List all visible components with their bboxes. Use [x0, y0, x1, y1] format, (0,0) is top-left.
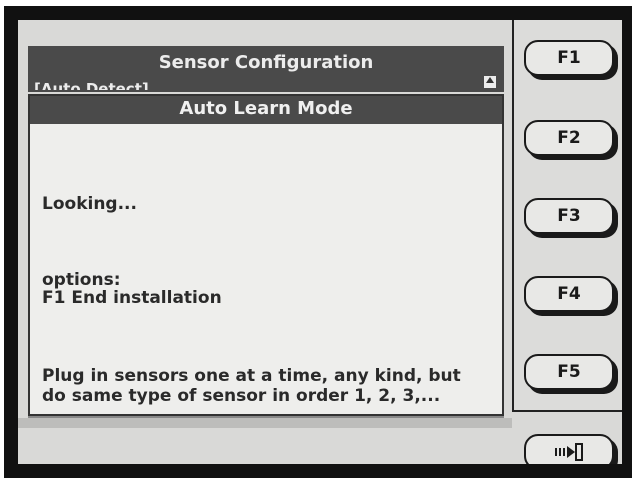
auto-learn-dialog: Auto Learn Mode Looking... options: F1 E…: [28, 94, 504, 416]
device-bezel: F1 F2 F3 F4 F5 Sensor Configuration [Aut…: [4, 6, 632, 478]
options-label: options:: [42, 270, 121, 290]
f3-button[interactable]: F3: [524, 198, 614, 234]
f1-button[interactable]: F1: [524, 40, 614, 76]
bottom-status-bar: [18, 418, 512, 428]
option-f1-text: F1 End installation: [42, 288, 222, 308]
scroll-up-icon[interactable]: [484, 76, 496, 88]
page-title: Sensor Configuration: [158, 52, 374, 73]
exit-door-icon: [555, 443, 583, 461]
f5-button[interactable]: F5: [524, 354, 614, 390]
header-subtitle: [Auto Detect]: [34, 80, 149, 90]
instruction-line-1: Plug in sensors one at a time, any kind,…: [42, 366, 461, 386]
instruction-line-2: do same type of sensor in order 1, 2, 3,…: [42, 386, 441, 406]
f2-button[interactable]: F2: [524, 120, 614, 156]
dialog-title: Auto Learn Mode: [30, 96, 502, 124]
status-text: Looking...: [42, 194, 137, 214]
f4-button[interactable]: F4: [524, 276, 614, 312]
exit-button[interactable]: [524, 434, 614, 464]
sensor-configuration-header: Sensor Configuration [Auto Detect]: [28, 46, 504, 92]
lcd-screen: F1 F2 F3 F4 F5 Sensor Configuration [Aut…: [18, 20, 622, 464]
